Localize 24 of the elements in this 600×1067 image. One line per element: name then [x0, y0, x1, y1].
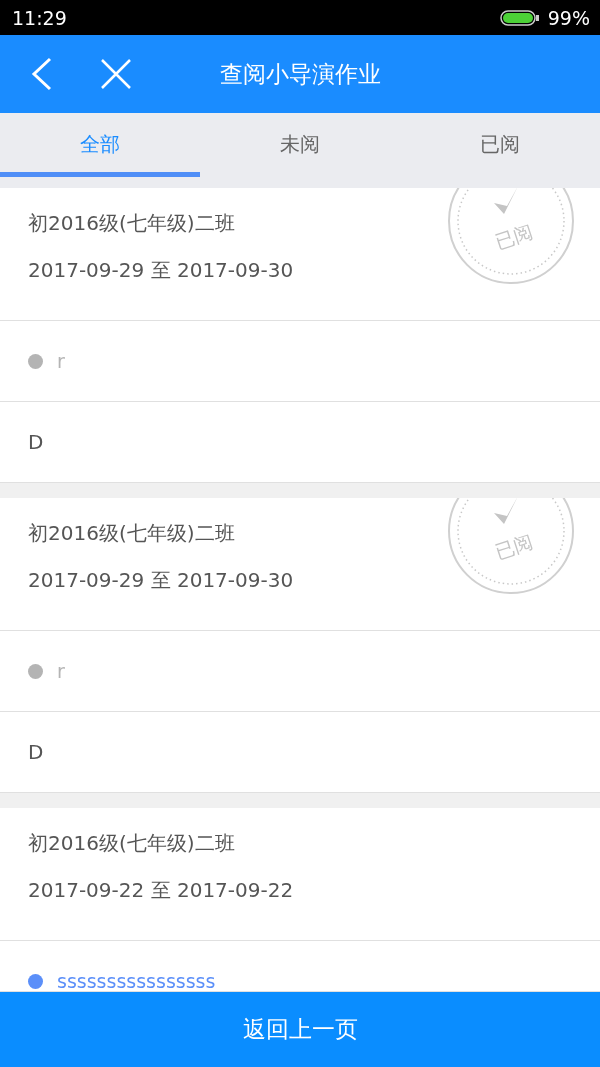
- page-title: 查阅小导演作业: [218, 59, 382, 89]
- status-time: 11:29: [12, 6, 68, 29]
- tab[interactable]: 已阅: [400, 113, 600, 177]
- tab[interactable]: 全部: [0, 113, 200, 177]
- date-range: 2017-09-22 至 2017-09-22: [28, 877, 294, 904]
- date-range: 2017-09-29 至 2017-09-30: [28, 567, 294, 594]
- class-name: 初2016级(七年级)二班: [28, 210, 235, 237]
- back-button[interactable]: 返回上一页: [0, 992, 600, 1067]
- class-name: 初2016级(七年级)二班: [28, 520, 235, 547]
- battery-percent: 99%: [547, 6, 590, 29]
- answer-text: D: [28, 430, 44, 454]
- option-text: r: [57, 660, 65, 682]
- homework-card[interactable]: 初2016级(七年级)二班 2017-09-29 至 2017-09-30 已阅 r D: [0, 498, 600, 793]
- homework-card[interactable]: 初2016级(七年级)二班 2017-09-22 至 2017-09-22 ssssssssssssssss: [0, 808, 600, 992]
- battery-icon: [499, 8, 540, 27]
- answer-text: D: [28, 740, 44, 764]
- date-range: 2017-09-29 至 2017-09-30: [28, 257, 294, 284]
- homework-card[interactable]: 初2016级(七年级)二班 2017-09-29 至 2017-09-30 已阅 r D: [0, 188, 600, 483]
- class-name: 初2016级(七年级)二班: [28, 830, 235, 857]
- option-text: ssssssssssssssss: [57, 970, 216, 991]
- read-stamp: 已阅: [446, 498, 576, 596]
- option-text: r: [57, 350, 65, 372]
- tab[interactable]: 未阅: [200, 113, 400, 177]
- read-stamp: 已阅: [446, 188, 576, 286]
